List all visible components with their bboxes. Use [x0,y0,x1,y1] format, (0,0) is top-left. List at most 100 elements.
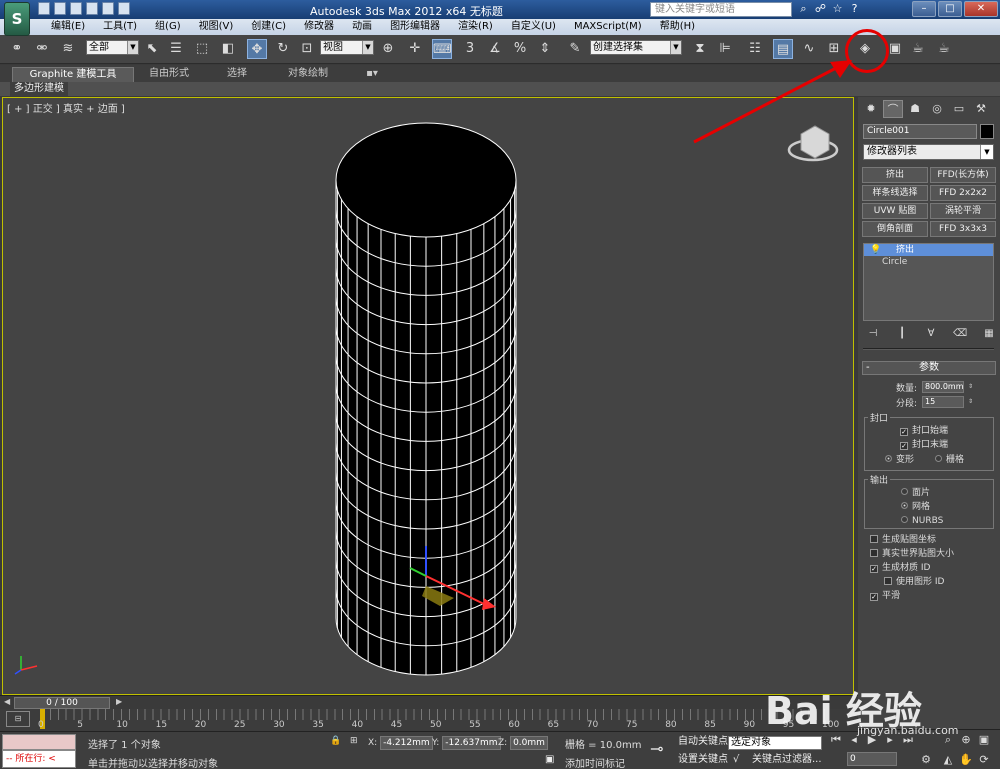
x-coordinate[interactable]: X: -4.212mm [368,736,433,750]
time-slider-handle[interactable]: 0 / 100 [14,697,110,709]
current-frame-field[interactable]: 0 [847,752,897,766]
time-config-icon[interactable]: ⚙ [918,752,934,768]
select-move-icon[interactable]: ✥ [247,39,267,59]
bind-spacewarp-icon[interactable]: ≋ [58,39,78,59]
render-production-icon[interactable]: ☕ [934,39,954,59]
slider-left-arrow-icon[interactable]: ◀ [4,697,10,706]
modifier-button[interactable]: FFD 2x2x2 [930,185,996,201]
edit-named-selection-icon[interactable]: ✎ [565,39,585,59]
dropdown-arrow-icon[interactable] [118,2,130,15]
display-tab-icon[interactable]: ▭ [949,100,969,118]
viewport-canvas[interactable] [3,98,855,696]
cap-start-checkbox[interactable]: ✓ 封口始端 [900,426,948,437]
tab-freeform[interactable]: 自由形式 [138,67,200,82]
menu-item[interactable]: 帮助(H) [651,20,704,34]
tab-object-paint[interactable]: 对象绘制 [278,67,338,82]
lock-selection-icon[interactable]: 🔒 [330,736,341,750]
menu-item[interactable]: 动画 [343,20,381,34]
show-end-result-icon[interactable]: ┃ [895,327,909,341]
zoom-all-icon[interactable]: ⊕ [958,732,974,748]
zoom-extents-icon[interactable]: ▣ [976,732,992,748]
select-object-icon[interactable]: ⬉ [142,39,162,59]
menu-item[interactable]: 视图(V) [190,20,243,34]
go-to-end-icon[interactable]: ⏭ [900,732,916,748]
save-file-icon[interactable] [70,2,82,15]
set-key-button[interactable]: 设置关键点 [678,753,728,768]
morph-radio[interactable]: 变形 [885,455,914,466]
window-crossing-icon[interactable]: ◧ [218,39,238,59]
menu-item[interactable]: 工具(T) [94,20,146,34]
menu-item[interactable]: 组(G) [146,20,190,34]
previous-frame-icon[interactable]: ◂ [846,732,862,748]
z-coordinate[interactable]: Z: 0.0mm [498,736,548,750]
make-unique-icon[interactable]: ∀ [924,327,938,341]
zoom-icon[interactable]: ⌕ [940,732,956,748]
menu-item[interactable]: 渲染(R) [449,20,502,34]
y-coordinate[interactable]: Y: -12.637mm [432,736,501,750]
auto-key-button[interactable]: 自动关键点 [678,735,728,750]
pan-hand-icon[interactable]: ✋ [958,752,974,768]
modifier-button[interactable]: FFD 3x3x3 [930,221,996,237]
gen-mapping-checkbox[interactable]: 生成贴图坐标 [870,535,936,546]
grid-radio[interactable]: 栅格 [935,455,964,466]
modifier-list-dropdown[interactable]: 修改器列表 ▼ [863,144,994,160]
maxscript-listener[interactable] [2,734,76,750]
named-selection-dropdown[interactable]: 创建选择集 ▼ [590,40,682,55]
key-selection-dropdown[interactable]: 选定对象 [728,736,822,750]
open-file-icon[interactable] [54,2,66,15]
menu-item[interactable]: 创建(C) [242,20,295,34]
menu-item[interactable]: 图形编辑器 [381,20,449,34]
spinner-snap-icon[interactable]: ⇕ [535,39,555,59]
select-by-name-icon[interactable]: ☰ [166,39,186,59]
menu-item[interactable]: 自定义(U) [502,20,565,34]
link-icon[interactable]: ⚭ [7,39,27,59]
key-mode-icon[interactable]: √ [733,753,739,768]
help-icon[interactable]: ? [848,2,861,16]
select-manipulate-icon[interactable]: ✛ [405,39,425,59]
nurbs-radio[interactable]: NURBS [901,516,943,527]
rectangle-region-icon[interactable]: ⬚ [192,39,212,59]
communication-icon[interactable]: ☍ [814,2,827,16]
next-frame-icon[interactable]: ▸ [882,732,898,748]
hierarchy-tab-icon[interactable]: ☗ [905,100,925,118]
menu-item[interactable]: MAXScript(M) [565,20,651,34]
motion-tab-icon[interactable]: ◎ [927,100,947,118]
set-key-icon[interactable]: ⊸ [650,741,663,757]
cap-end-checkbox[interactable]: ✓ 封口末端 [900,440,948,451]
remove-modifier-icon[interactable]: ⌫ [953,327,967,341]
modifier-button[interactable]: UVW 贴图 [862,203,928,219]
time-slider[interactable]: ◀ 0 / 100 ▶ [0,695,858,709]
menu-item[interactable]: 修改器 [295,20,343,34]
go-to-start-icon[interactable]: ⏮ [828,732,844,748]
gen-mat-ids-checkbox[interactable]: ✓ 生成材质 ID [870,563,930,574]
mesh-radio[interactable]: 网格 [901,502,930,513]
modifier-button[interactable]: 样条线选择 [862,185,928,201]
maximize-button[interactable]: □ [938,1,962,17]
real-world-checkbox[interactable]: 真实世界贴图大小 [870,549,954,560]
parameters-header[interactable]: - 参数 [862,361,996,375]
amount-spinner[interactable]: 800.0mm ⇕ [922,381,973,393]
keyboard-shortcut-icon[interactable]: ⌨ [432,39,452,59]
ribbon-options-icon[interactable]: ▪▾ [360,67,384,82]
pin-stack-icon[interactable]: ⊣ [866,327,880,341]
minimize-button[interactable]: – [912,1,936,17]
undo-icon[interactable] [86,2,98,15]
time-tag-icon[interactable]: ▣ [545,753,554,768]
mini-curve-editor-icon[interactable]: ⊟ [6,711,30,727]
snaps-toggle-icon[interactable]: 3 [460,39,480,59]
key-filters-button[interactable]: 关键点过滤器... [752,753,822,768]
stack-item-circle[interactable]: Circle [864,256,993,268]
close-button[interactable]: ✕ [964,1,998,17]
select-rotate-icon[interactable]: ↻ [273,39,293,59]
modifier-button[interactable]: 涡轮平滑 [930,203,996,219]
polygon-modeling-label[interactable]: 多边形建模 [10,82,68,96]
modifier-button[interactable]: 挤出 [862,167,928,183]
selection-filter-dropdown[interactable]: 全部 ▼ [86,40,139,55]
modifier-button[interactable]: FFD(长方体) [930,167,996,183]
modify-tab-icon[interactable]: ⌒ [883,100,903,118]
search-input[interactable]: 键入关键字或短语 [650,2,792,17]
trackbar[interactable]: ⊟ 0 5 10 15 20 25 30 35 40 45 50 55 60 65 70 75 80 85 90 95… [0,709,858,731]
orbit-icon[interactable]: ⟳ [976,752,992,768]
maxscript-mini-listener[interactable]: -- 所在行: < [2,750,76,768]
use-shape-ids-checkbox[interactable]: 使用图形 ID [884,577,944,588]
